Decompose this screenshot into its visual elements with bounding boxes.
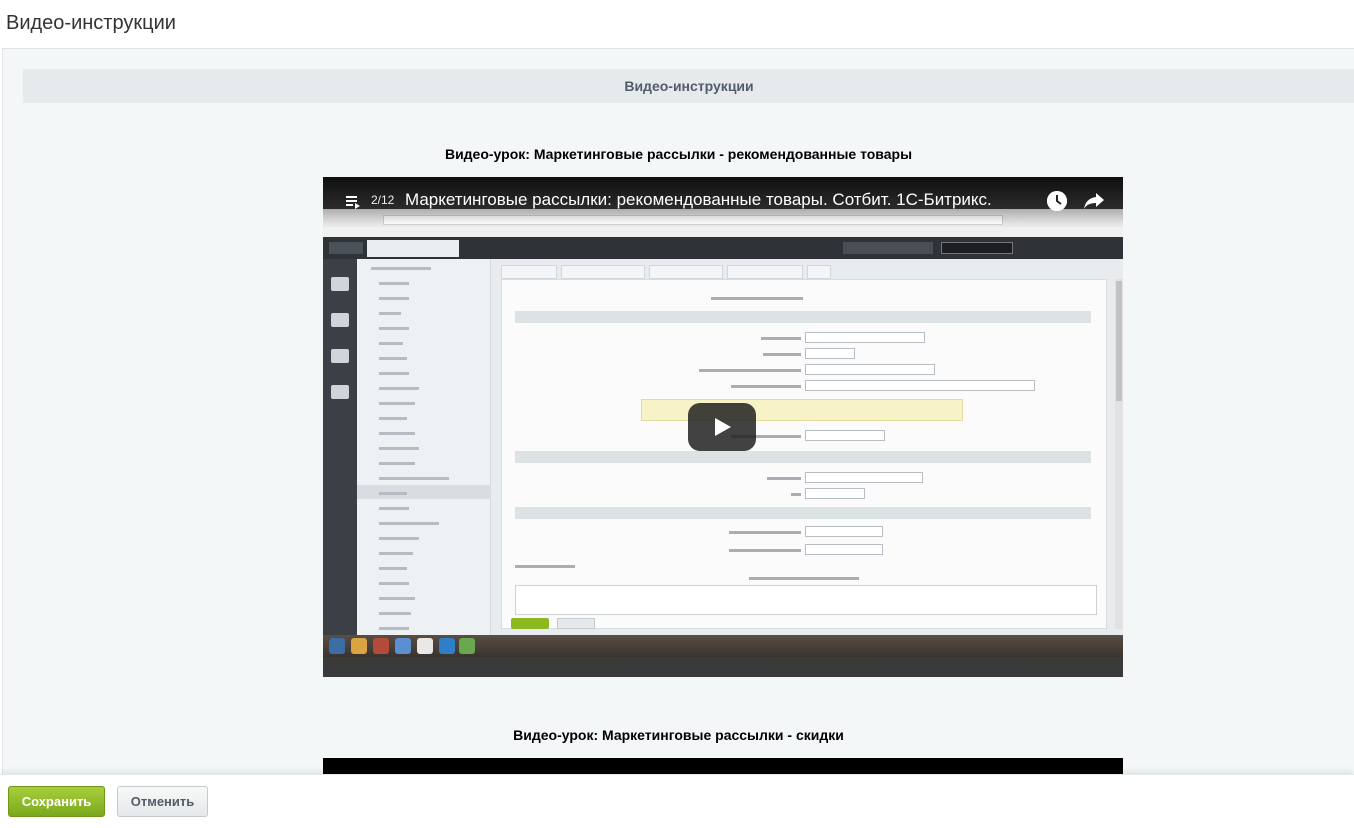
footer-bar: Сохранить Отменить (0, 774, 1354, 828)
play-button[interactable] (688, 403, 756, 451)
playlist-icon[interactable] (345, 193, 361, 209)
page-title: Видео-инструкции (6, 12, 176, 34)
lesson-title: Видео-урок: Маркетинговые рассылки - рек… (444, 146, 913, 162)
video-title[interactable]: Маркетинговые рассылки: рекомендованные … (405, 190, 992, 210)
content-area: Видео-инструкции Видео-урок: Маркетингов… (2, 48, 1354, 774)
save-button[interactable]: Сохранить (8, 786, 105, 817)
video-player[interactable] (323, 758, 1123, 774)
video-player[interactable]: 2/12 Маркетинговые рассылки: рекомендова… (323, 177, 1123, 677)
share-icon[interactable] (1083, 191, 1105, 211)
lesson-title: Видео-урок: Маркетинговые рассылки - ски… (513, 727, 844, 743)
section-header: Видео-инструкции (23, 69, 1354, 103)
playlist-position: 2/12 (371, 193, 395, 207)
clock-icon[interactable] (1047, 191, 1067, 211)
play-icon (715, 418, 731, 436)
cancel-button[interactable]: Отменить (117, 786, 208, 817)
